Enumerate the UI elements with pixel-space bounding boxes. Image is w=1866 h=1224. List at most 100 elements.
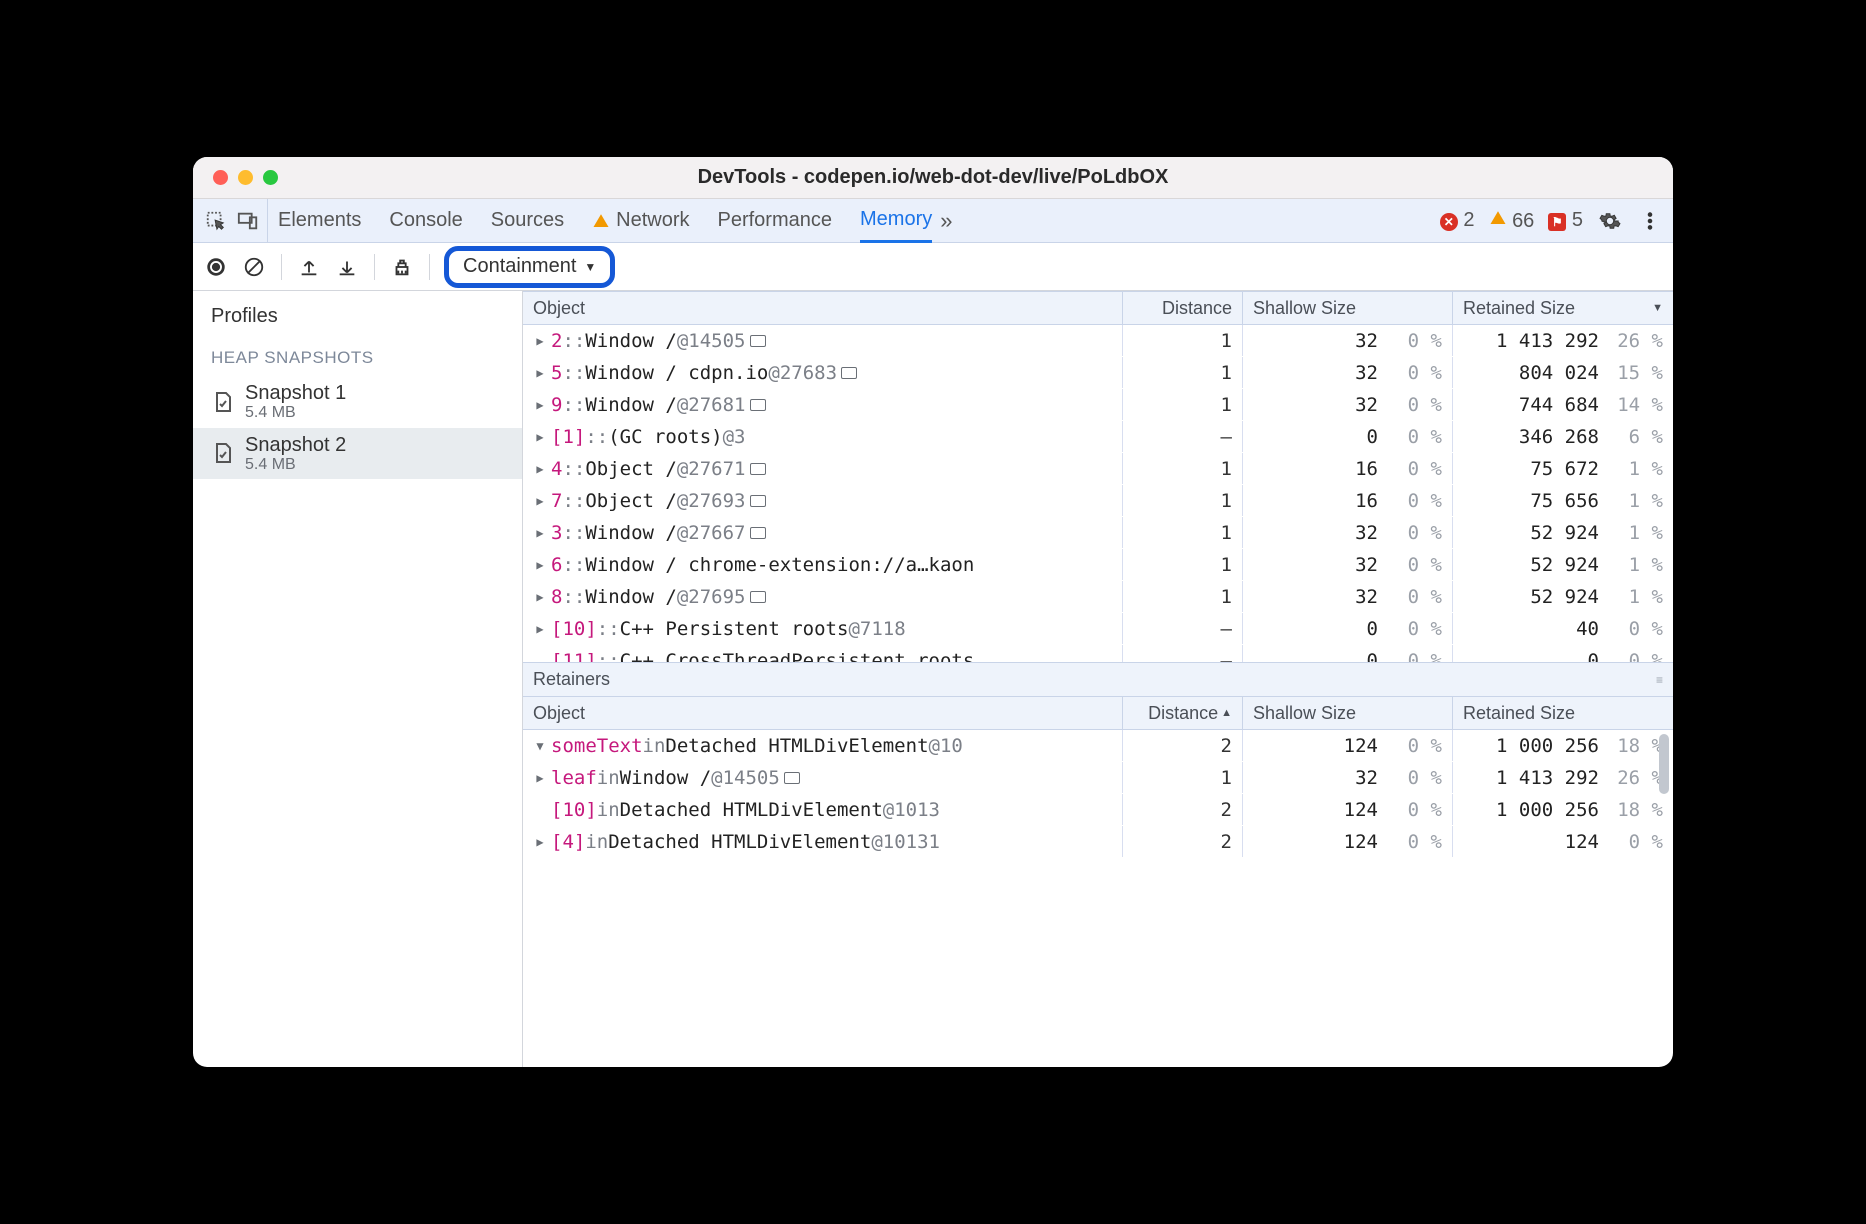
- table-row[interactable]: [11] :: C++ CrossThreadPersistent roots–…: [523, 645, 1673, 662]
- panel-tabs: Elements Console Sources Network Performanc…: [193, 199, 1673, 243]
- objects-header: Object Distance Shallow Size Retained Si…: [523, 291, 1673, 325]
- cell-retained: 744 68414 %: [1453, 389, 1673, 420]
- cell-distance: 1: [1123, 517, 1243, 548]
- cell-retained: 52 9241 %: [1453, 549, 1673, 580]
- disclosure-icon[interactable]: ▶: [533, 558, 547, 572]
- cell-shallow: 320 %: [1243, 389, 1453, 420]
- table-row[interactable]: ▶[10] :: C++ Persistent roots @7118–00 %…: [523, 613, 1673, 645]
- record-button[interactable]: [203, 254, 229, 280]
- cell-distance: 2: [1123, 794, 1243, 825]
- disclosure-icon[interactable]: ▶: [533, 835, 547, 849]
- cell-retained: 75 6561 %: [1453, 485, 1673, 516]
- tab-elements[interactable]: Elements: [278, 199, 361, 242]
- device-toggle-icon[interactable]: [235, 208, 261, 234]
- clear-button[interactable]: [241, 254, 267, 280]
- cell-shallow: 320 %: [1243, 325, 1453, 356]
- retainer-rows: ▼someText in Detached HTMLDivElement @10…: [523, 730, 1673, 1067]
- tab-console[interactable]: Console: [389, 199, 462, 242]
- cell-shallow: 320 %: [1243, 762, 1453, 793]
- drag-handle-icon[interactable]: ≡: [1656, 673, 1665, 687]
- save-button[interactable]: [334, 254, 360, 280]
- table-row[interactable]: ▶[1] :: (GC roots) @3–00 %346 2686 %: [523, 421, 1673, 453]
- col-shallow[interactable]: Shallow Size: [1243, 292, 1453, 324]
- table-row[interactable]: ▶8 :: Window / @276951320 %52 9241 %: [523, 581, 1673, 613]
- tab-memory[interactable]: Memory: [860, 199, 932, 243]
- window-controls: [193, 170, 278, 185]
- table-row[interactable]: ▶9 :: Window / @276811320 %744 68414 %: [523, 389, 1673, 421]
- cell-shallow: 1240 %: [1243, 794, 1453, 825]
- retainers-header: Object Distance▲ Shallow Size Retained S…: [523, 696, 1673, 730]
- table-row[interactable]: ▶leaf in Window / @145051320 %1 413 2922…: [523, 762, 1673, 794]
- tab-sources[interactable]: Sources: [491, 199, 564, 242]
- scrollbar-thumb[interactable]: [1659, 734, 1669, 794]
- cell-distance: 1: [1123, 762, 1243, 793]
- title-bar: DevTools - codepen.io/web-dot-dev/live/P…: [193, 157, 1673, 199]
- table-row[interactable]: ▶[4] in Detached HTMLDivElement @1013121…: [523, 826, 1673, 858]
- col-object[interactable]: Object: [523, 697, 1123, 729]
- col-distance[interactable]: Distance: [1123, 292, 1243, 324]
- cell-shallow: 00 %: [1243, 421, 1453, 452]
- disclosure-icon[interactable]: ▶: [533, 494, 547, 508]
- retainers-heading: Retainers ≡: [523, 662, 1673, 696]
- cell-distance: 2: [1123, 730, 1243, 761]
- cell-retained: 52 9241 %: [1453, 517, 1673, 548]
- table-row[interactable]: ▶7 :: Object / @276931160 %75 6561 %: [523, 485, 1673, 517]
- table-row[interactable]: ▶5 :: Window / cdpn.io @276831320 %804 0…: [523, 357, 1673, 389]
- table-row[interactable]: [10] in Detached HTMLDivElement @1013212…: [523, 794, 1673, 826]
- disclosure-icon[interactable]: ▶: [533, 526, 547, 540]
- frame-icon: [750, 335, 766, 347]
- disclosure-icon[interactable]: ▼: [533, 739, 547, 753]
- col-retained[interactable]: Retained Size: [1453, 697, 1673, 729]
- table-row[interactable]: ▶2 :: Window / @145051320 %1 413 29226 %: [523, 325, 1673, 357]
- disclosure-icon[interactable]: ▶: [533, 590, 547, 604]
- cell-retained: 1240 %: [1453, 826, 1673, 857]
- issue-counter[interactable]: ⚑ 5: [1548, 209, 1583, 232]
- disclosure-icon[interactable]: ▶: [533, 398, 547, 412]
- cell-retained: 75 6721 %: [1453, 453, 1673, 484]
- tab-network[interactable]: Network: [592, 199, 689, 242]
- perspective-select[interactable]: Containment ▼: [444, 246, 615, 288]
- snapshot-item[interactable]: Snapshot 25.4 MB: [193, 428, 522, 480]
- kebab-menu-button[interactable]: [1637, 208, 1663, 234]
- minimize-window-button[interactable]: [238, 170, 253, 185]
- col-distance[interactable]: Distance▲: [1123, 697, 1243, 729]
- settings-button[interactable]: [1597, 208, 1623, 234]
- disclosure-icon[interactable]: ▶: [533, 334, 547, 348]
- snapshot-size: 5.4 MB: [245, 404, 346, 422]
- disclosure-icon[interactable]: ▶: [533, 366, 547, 380]
- disclosure-icon[interactable]: ▶: [533, 462, 547, 476]
- col-object[interactable]: Object: [523, 292, 1123, 324]
- gc-button[interactable]: [389, 254, 415, 280]
- table-row[interactable]: ▶6 :: Window / chrome-extension://a…kaon…: [523, 549, 1673, 581]
- col-shallow[interactable]: Shallow Size: [1243, 697, 1453, 729]
- close-window-button[interactable]: [213, 170, 228, 185]
- cell-retained: 400 %: [1453, 613, 1673, 644]
- col-retained[interactable]: Retained Size ▼: [1453, 292, 1673, 324]
- warning-counter[interactable]: 66: [1489, 209, 1535, 233]
- error-counter[interactable]: ✕ 2: [1440, 209, 1475, 232]
- table-row[interactable]: ▶3 :: Window / @276671320 %52 9241 %: [523, 517, 1673, 549]
- frame-icon: [784, 772, 800, 784]
- table-row[interactable]: ▶4 :: Object / @276711160 %75 6721 %: [523, 453, 1673, 485]
- cell-shallow: 1240 %: [1243, 826, 1453, 857]
- load-button[interactable]: [296, 254, 322, 280]
- disclosure-icon[interactable]: ▶: [533, 622, 547, 636]
- cell-retained: 00 %: [1453, 645, 1673, 662]
- cell-distance: 2: [1123, 826, 1243, 857]
- maximize-window-button[interactable]: [263, 170, 278, 185]
- profiles-sidebar: Profiles HEAP SNAPSHOTS Snapshot 15.4 MB…: [193, 291, 523, 1067]
- inspect-icon[interactable]: [203, 208, 229, 234]
- more-tabs-button[interactable]: »: [932, 199, 960, 242]
- cell-shallow: 320 %: [1243, 357, 1453, 388]
- disclosure-icon[interactable]: ▶: [533, 430, 547, 444]
- devtools-window: DevTools - codepen.io/web-dot-dev/live/P…: [193, 157, 1673, 1067]
- cell-shallow: 320 %: [1243, 517, 1453, 548]
- disclosure-icon[interactable]: ▶: [533, 771, 547, 785]
- frame-icon: [750, 495, 766, 507]
- tab-performance[interactable]: Performance: [718, 199, 833, 242]
- snapshot-item[interactable]: Snapshot 15.4 MB: [193, 376, 522, 428]
- cell-shallow: 320 %: [1243, 581, 1453, 612]
- cell-distance: 1: [1123, 389, 1243, 420]
- table-row[interactable]: ▼someText in Detached HTMLDivElement @10…: [523, 730, 1673, 762]
- frame-icon: [750, 463, 766, 475]
